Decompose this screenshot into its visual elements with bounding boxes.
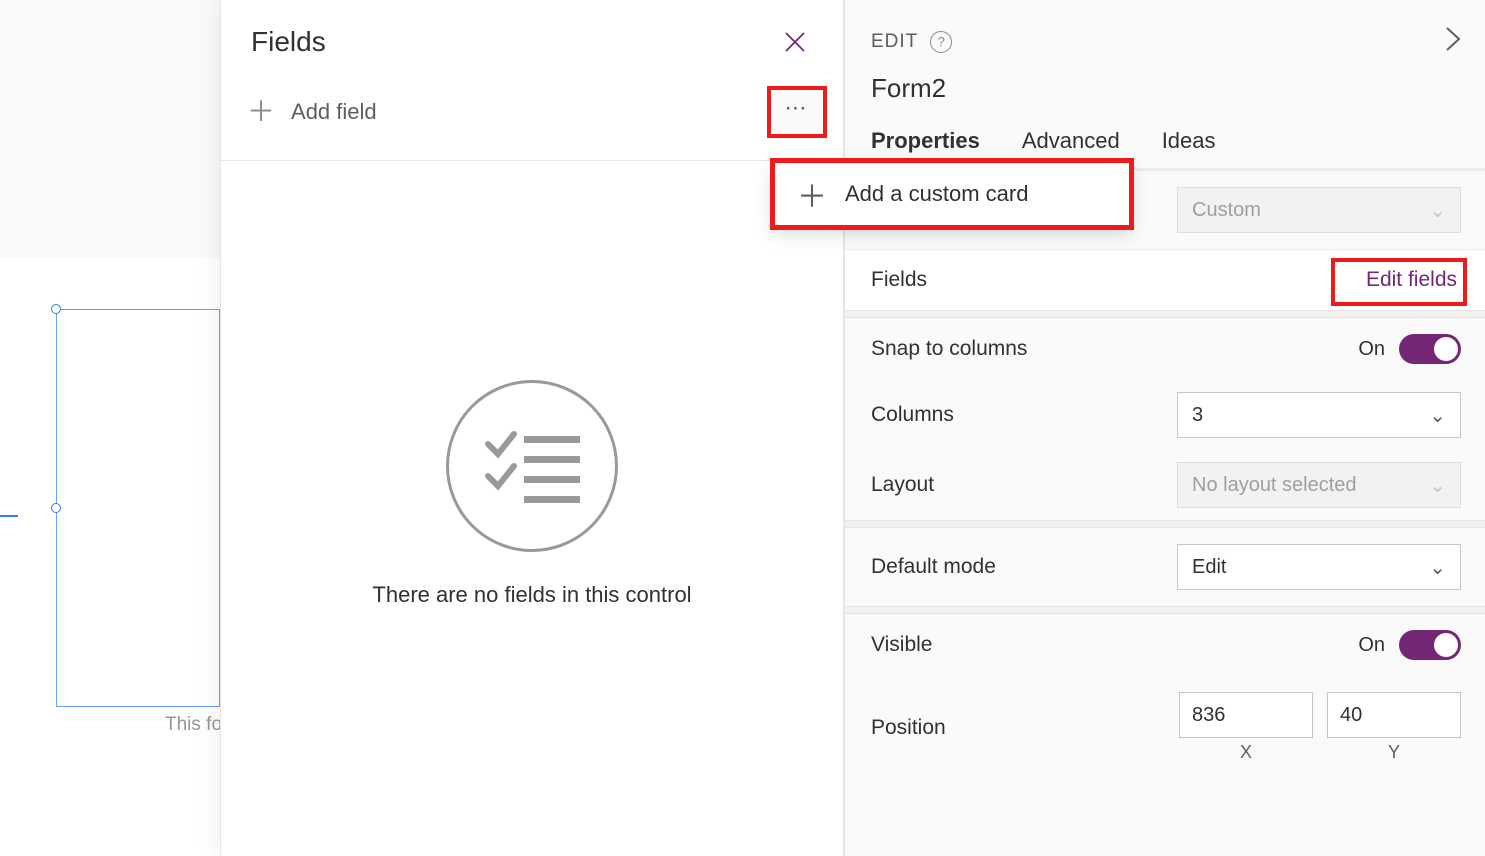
canvas-tick xyxy=(0,515,18,517)
layout-value: No layout selected xyxy=(1192,474,1357,497)
layout-label: Layout xyxy=(871,473,934,497)
data-source-select[interactable]: Custom ⌄ xyxy=(1177,187,1461,233)
visible-label: Visible xyxy=(871,633,932,657)
default-mode-select[interactable]: Edit ⌄ xyxy=(1177,544,1461,590)
layout-select[interactable]: No layout selected ⌄ xyxy=(1177,462,1461,508)
add-custom-card-label: Add a custom card xyxy=(845,181,1028,207)
canvas-hint-text: This fo xyxy=(165,714,222,736)
more-icon: ⋯ xyxy=(785,95,810,121)
snap-value: On xyxy=(1358,338,1385,361)
fields-panel: Fields ＋ Add field ⋯ There are no xyxy=(220,0,844,856)
chevron-down-icon: ⌄ xyxy=(1429,473,1446,498)
more-options-button[interactable]: ⋯ xyxy=(769,88,825,136)
position-x-axis-label: X xyxy=(1240,742,1252,763)
plus-icon: ＋ xyxy=(797,172,827,216)
properties-panel: EDIT ? Form2 Properties Advanced Ideas D… xyxy=(844,0,1485,856)
help-icon[interactable]: ? xyxy=(930,31,952,53)
close-icon xyxy=(783,30,807,54)
section-break xyxy=(845,310,1485,318)
form-selection-outline[interactable] xyxy=(56,309,220,707)
prop-columns: Columns 3 ⌄ xyxy=(845,380,1485,450)
close-fields-button[interactable] xyxy=(775,22,815,62)
visible-value: On xyxy=(1358,634,1385,657)
prop-layout: Layout No layout selected ⌄ xyxy=(845,450,1485,520)
chevron-right-icon xyxy=(1443,24,1463,54)
plus-icon: ＋ xyxy=(247,98,275,126)
tab-ideas[interactable]: Ideas xyxy=(1162,128,1216,168)
control-name: Form2 xyxy=(845,65,1485,108)
edit-fields-link[interactable]: Edit fields xyxy=(1362,266,1461,294)
resize-handle-top-left[interactable] xyxy=(51,304,61,314)
position-x-input[interactable] xyxy=(1179,692,1313,738)
edit-label: EDIT xyxy=(871,31,918,53)
prop-snap-to-columns: Snap to columns On xyxy=(845,318,1485,380)
chevron-down-icon: ⌄ xyxy=(1429,555,1446,580)
chevron-down-icon: ⌄ xyxy=(1429,198,1446,223)
expand-panel-button[interactable] xyxy=(1443,24,1463,59)
prop-position: Position X Y xyxy=(845,676,1485,779)
add-custom-card-menu-item[interactable]: ＋ Add a custom card xyxy=(774,162,1130,226)
fields-empty-state: There are no fields in this control xyxy=(221,380,843,608)
prop-default-mode: Default mode Edit ⌄ xyxy=(845,528,1485,606)
default-mode-value: Edit xyxy=(1192,556,1226,579)
prop-visible: Visible On xyxy=(845,614,1485,676)
visible-toggle[interactable] xyxy=(1399,630,1461,660)
fields-panel-title: Fields xyxy=(251,26,326,58)
position-y-axis-label: Y xyxy=(1388,742,1400,763)
columns-label: Columns xyxy=(871,403,954,427)
position-y-input[interactable] xyxy=(1327,692,1461,738)
fields-label: Fields xyxy=(871,268,927,292)
chevron-down-icon: ⌄ xyxy=(1429,403,1446,428)
default-mode-label: Default mode xyxy=(871,555,996,579)
snap-label: Snap to columns xyxy=(871,337,1027,361)
columns-select[interactable]: 3 ⌄ xyxy=(1177,392,1461,438)
section-break xyxy=(845,520,1485,528)
position-label: Position xyxy=(871,716,946,740)
checklist-icon xyxy=(482,426,582,506)
snap-toggle[interactable] xyxy=(1399,334,1461,364)
add-field-label: Add field xyxy=(291,99,377,125)
empty-state-icon xyxy=(446,380,618,552)
columns-value: 3 xyxy=(1192,404,1203,427)
resize-handle-mid-left[interactable] xyxy=(51,503,61,513)
data-source-value: Custom xyxy=(1192,199,1261,222)
empty-state-message: There are no fields in this control xyxy=(372,582,691,608)
section-break xyxy=(845,606,1485,614)
add-field-button[interactable]: ＋ Add field xyxy=(247,98,377,126)
prop-fields: Fields Edit fields xyxy=(845,250,1485,310)
